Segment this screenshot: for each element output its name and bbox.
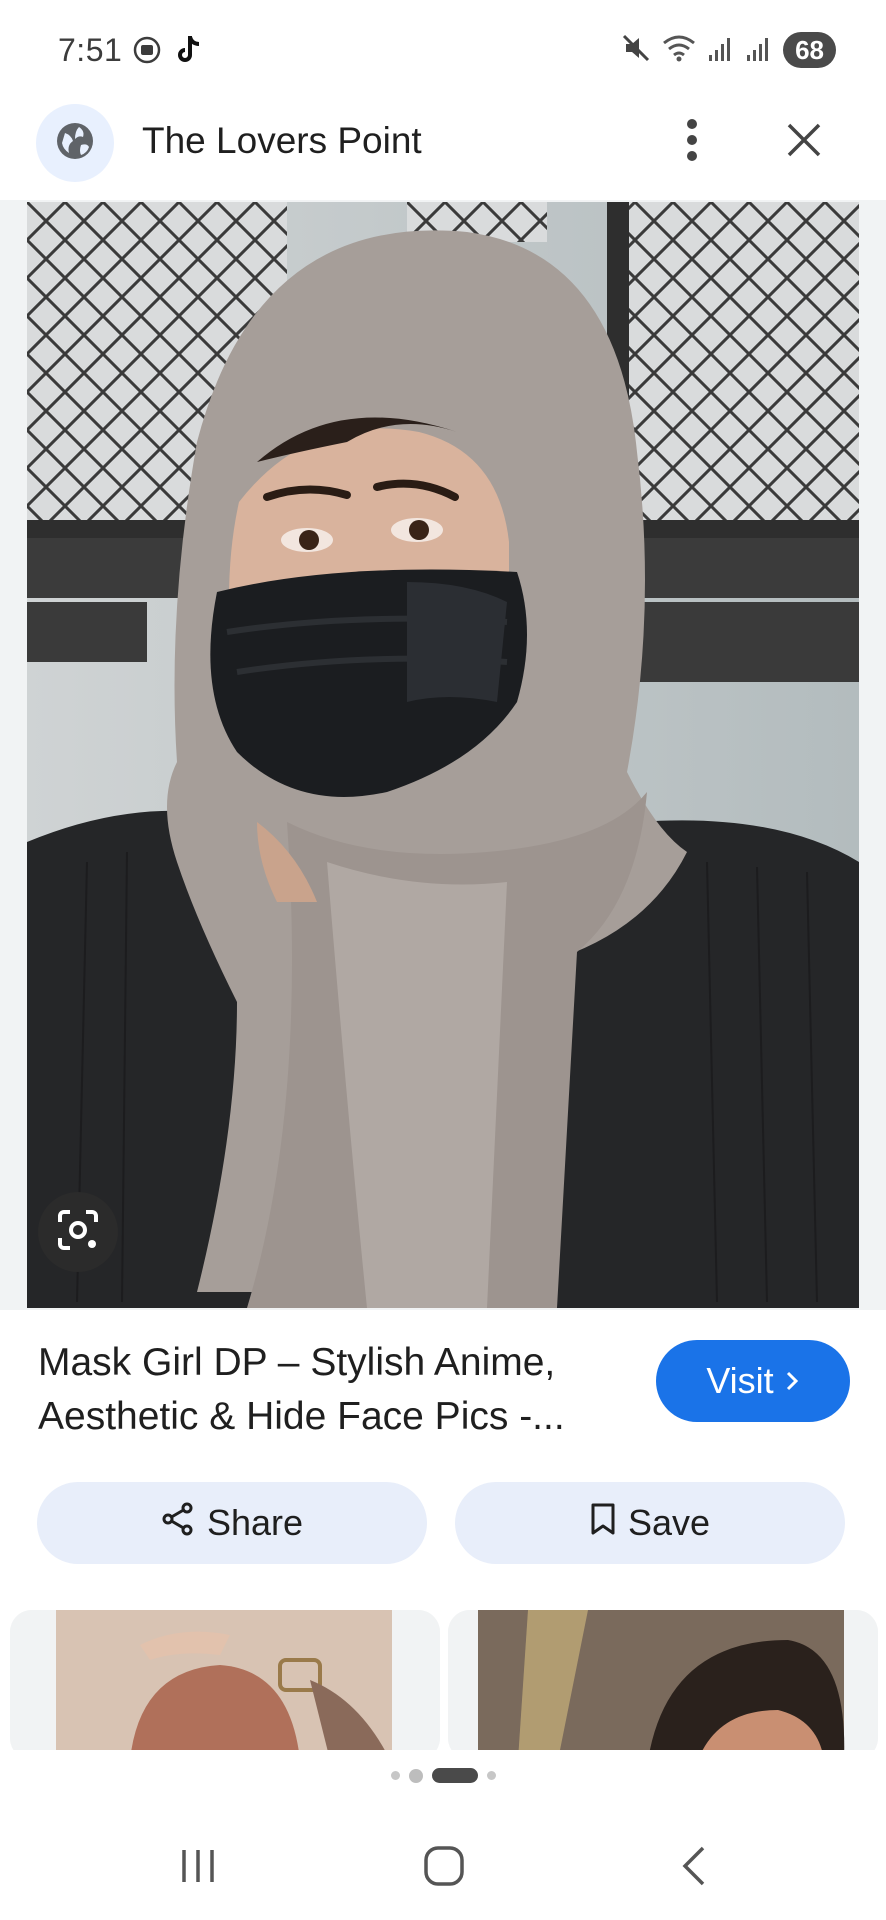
close-icon bbox=[786, 122, 822, 163]
pager-dot[interactable] bbox=[486, 1771, 496, 1780]
google-lens-button[interactable] bbox=[38, 1192, 118, 1272]
visit-button[interactable]: Visit bbox=[656, 1340, 850, 1422]
result-image[interactable] bbox=[27, 202, 859, 1308]
tiktok-icon bbox=[176, 34, 204, 71]
related-image-card[interactable] bbox=[448, 1610, 878, 1750]
pager-dot-active[interactable] bbox=[431, 1768, 478, 1783]
signal-icon bbox=[707, 33, 735, 68]
google-lens-icon bbox=[56, 1208, 100, 1257]
bookmark-icon bbox=[590, 1502, 616, 1545]
related-images bbox=[0, 1610, 886, 1750]
back-button[interactable] bbox=[654, 1838, 734, 1898]
status-right-icons: 68 bbox=[621, 32, 836, 68]
status-time: 7:51 bbox=[58, 32, 123, 68]
home-icon bbox=[422, 1844, 466, 1893]
more-options-button[interactable] bbox=[672, 118, 712, 166]
pager-dot[interactable] bbox=[408, 1768, 423, 1783]
status-left-icons bbox=[132, 34, 204, 71]
related-image-card[interactable] bbox=[10, 1610, 440, 1750]
site-avatar[interactable] bbox=[36, 104, 114, 182]
recents-icon bbox=[178, 1846, 218, 1891]
more-vert-icon bbox=[686, 118, 698, 167]
result-caption[interactable]: Mask Girl DP – Stylish Anime, Aesthetic … bbox=[38, 1336, 638, 1444]
recents-button[interactable] bbox=[158, 1838, 238, 1898]
share-icon bbox=[161, 1502, 195, 1545]
screen-record-icon bbox=[132, 35, 162, 70]
visit-label: Visit bbox=[706, 1360, 774, 1401]
battery-indicator: 68 bbox=[783, 32, 836, 68]
save-button[interactable]: Save bbox=[455, 1482, 845, 1564]
close-button[interactable] bbox=[778, 116, 830, 168]
globe-icon bbox=[53, 119, 97, 168]
site-title[interactable]: The Lovers Point bbox=[142, 120, 422, 162]
chevron-right-icon bbox=[784, 1360, 800, 1402]
mute-icon bbox=[621, 33, 651, 68]
image-viewer bbox=[0, 200, 886, 1310]
pager-dot[interactable] bbox=[390, 1771, 400, 1780]
image-pager bbox=[0, 1768, 886, 1783]
back-icon bbox=[679, 1844, 709, 1893]
share-button[interactable]: Share bbox=[37, 1482, 427, 1564]
home-button[interactable] bbox=[404, 1838, 484, 1898]
save-label: Save bbox=[627, 1502, 711, 1543]
page-header: The Lovers Point bbox=[0, 100, 886, 200]
system-nav-bar bbox=[0, 1820, 886, 1920]
signal-icon bbox=[745, 33, 773, 68]
status-bar: 7:51 68 bbox=[0, 0, 886, 100]
wifi-icon bbox=[661, 33, 697, 68]
share-label: Share bbox=[206, 1502, 304, 1543]
